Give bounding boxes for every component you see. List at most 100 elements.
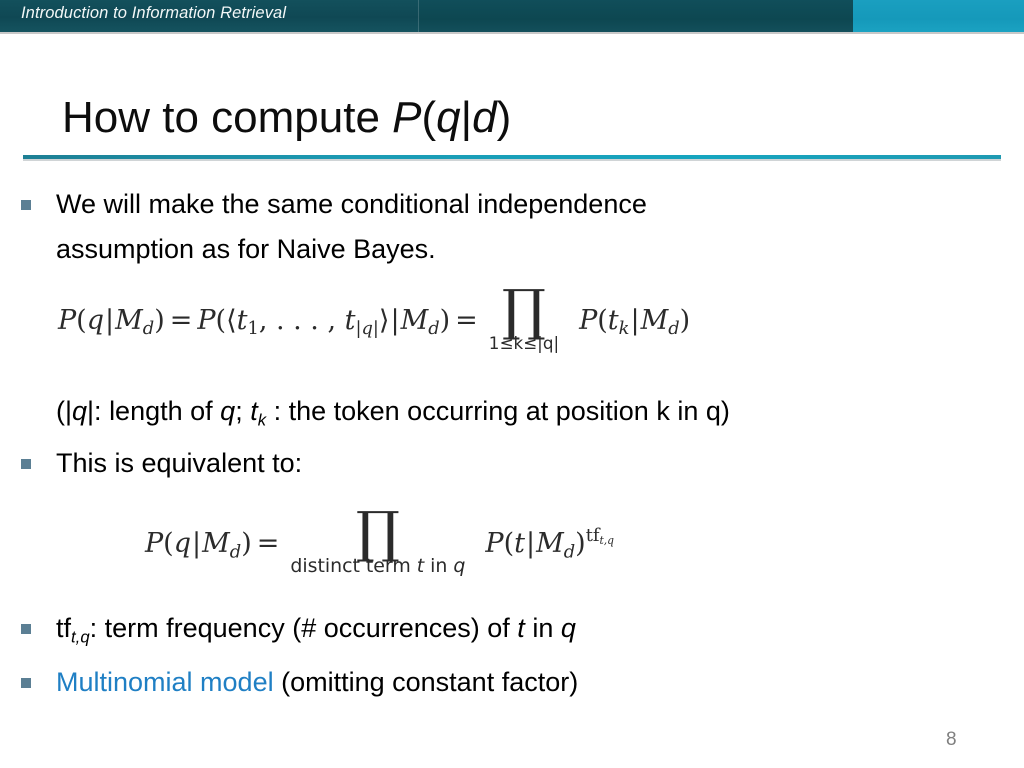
f1-lhs-close: )	[154, 304, 165, 336]
page-title-math-p: P	[392, 93, 422, 142]
bullet-square-icon	[21, 459, 31, 470]
note-q-second: q	[220, 396, 236, 426]
bullet-item-term-frequency: tft,q: term frequency (# occurrences) of…	[0, 606, 1024, 659]
f2-equals: =	[256, 528, 280, 560]
note-token-t: t	[250, 396, 258, 426]
f1-lhs-m: M	[115, 304, 143, 336]
f1-mid-open: (⟨	[215, 304, 237, 336]
formula-distinct-term-product: P(q|Md) = ∏ distinct term t in q P(t|Md)tft,…	[145, 505, 615, 578]
f1-rhs-close: )	[679, 304, 691, 336]
multinomial-note: (omitting constant factor)	[273, 666, 579, 697]
page-title-math-close-paren: )	[496, 93, 512, 142]
note-line-definitions: (|q|: length of q; tk : the token occurr…	[0, 390, 1024, 441]
page-title-math-bar: |	[460, 93, 473, 142]
bullet-line-1: We will make the same conditional indepe…	[56, 189, 647, 219]
f1-lhs-m-sub: d	[142, 318, 155, 340]
f1-rhs-t: t	[607, 304, 619, 336]
f1-mid-t2: t	[344, 304, 356, 336]
tf-in: in	[524, 613, 561, 644]
f1-equals-1: =	[169, 304, 193, 336]
page-number: 8	[946, 729, 957, 750]
bullet-line-2: assumption as for Naive Bayes.	[56, 234, 436, 264]
page-title-math-d: d	[472, 93, 497, 142]
bullet-square-icon	[21, 677, 31, 688]
tf-label: tf	[56, 613, 72, 644]
f1-mid-p: P	[197, 304, 216, 336]
formula-conditional-independence: P(q|Md) = P(⟨t1, . . . , t|q|⟩|Md) = ∏ 1≤k≤|q…	[58, 279, 691, 354]
f2-limits-q: q	[453, 555, 466, 578]
note-open: (|	[56, 396, 73, 426]
f1-mid-dots: , . . . ,	[258, 304, 345, 336]
page-title-math-open-paren: (	[421, 93, 437, 142]
f1-mid-close-angle: ⟩	[378, 304, 390, 336]
bullet-multinomial-line: Multinomial model (omitting constant fac…	[56, 660, 1024, 705]
f2-rhs-m: M	[536, 528, 564, 560]
f1-mid-close: )	[439, 304, 451, 336]
page-title: How to compute P(q|d)	[62, 92, 511, 144]
f2-limits-pre: distinct term	[290, 555, 417, 578]
banner-right-accent	[853, 0, 1024, 32]
f2-lhs-m: M	[202, 528, 230, 560]
bullet-equivalent-label: This is equivalent to:	[56, 448, 303, 479]
f1-mid-bar: |	[390, 304, 400, 336]
f1-lhs-open: (	[76, 304, 87, 336]
f2-lhs-m-sub: d	[229, 541, 242, 563]
product-symbol-icon: ∏	[501, 279, 546, 343]
f1-lhs-p: P	[58, 304, 77, 336]
f2-lhs-close: )	[241, 528, 252, 560]
note-token-t-subscript: k	[257, 410, 267, 430]
tf-description: : term frequency (# occurrences) of	[89, 613, 518, 644]
f2-exp-sub: t,q	[599, 533, 615, 547]
banner-middle-section	[419, 0, 853, 32]
tf-query-q: q	[560, 613, 576, 644]
note-tail: : the token occurring at position k in q…	[266, 396, 730, 426]
bullet-square-icon	[21, 624, 31, 635]
tf-subscript: t,q	[71, 627, 90, 647]
f1-mid-m: M	[400, 304, 429, 336]
f1-mid-t2-sub: |q|	[355, 318, 379, 340]
f2-product-limits: distinct term t in q	[290, 555, 466, 578]
bullet-item-multinomial: Multinomial model (omitting constant fac…	[0, 660, 1024, 705]
f2-lhs-q: q	[173, 528, 192, 560]
f1-mid-t1-sub: 1	[247, 318, 259, 340]
note-q-first: q	[72, 396, 88, 426]
f1-rhs-t-sub: k	[618, 318, 630, 340]
banner-underline	[0, 32, 1024, 34]
multinomial-model-link[interactable]: Multinomial model	[56, 667, 274, 697]
f1-product-limits: 1≤k≤|q|	[488, 333, 560, 354]
note-semicolon: ;	[235, 396, 251, 426]
course-title: Introduction to Information Retrieval	[21, 4, 287, 22]
f1-rhs-open: (	[597, 304, 608, 336]
f2-lhs-open: (	[163, 528, 174, 560]
f2-rhs-close: )	[575, 528, 586, 560]
f1-equals-2: =	[455, 304, 478, 336]
f1-lhs-q: q	[86, 304, 105, 336]
f1-mid-t1: t	[236, 304, 248, 336]
f1-rhs-m-sub: d	[668, 318, 680, 340]
note-after-q: |: length of	[87, 396, 221, 426]
page-title-prefix: How to compute	[62, 93, 393, 142]
header-banner: Introduction to Information Retrieval	[0, 0, 1024, 32]
page-title-math-q: q	[436, 93, 461, 142]
tf-term-t: t	[517, 613, 525, 644]
f2-rhs-exponent: tft,q	[585, 524, 615, 547]
f1-rhs-bar: |	[630, 304, 640, 336]
f2-limits-mid: in	[424, 555, 454, 578]
f2-exp-tf: tf	[585, 524, 600, 546]
f2-product-operator: ∏ distinct term t in q	[290, 505, 466, 578]
bullet-item-independence: We will make the same conditional indepe…	[0, 182, 1024, 272]
slide-body: We will make the same conditional indepe…	[0, 182, 1024, 705]
bullet-square-icon	[21, 200, 31, 210]
f2-lhs-bar: |	[192, 528, 202, 560]
f1-rhs-m: M	[640, 304, 669, 336]
f1-rhs-p: P	[579, 304, 598, 336]
f2-rhs-m-sub: d	[563, 541, 576, 563]
banner-vertical-divider	[418, 0, 419, 32]
bullet-tf-line: tft,q: term frequency (# occurrences) of…	[56, 606, 1024, 659]
f2-rhs-p: P	[485, 528, 504, 560]
f2-lhs-p: P	[145, 528, 164, 560]
f1-lhs-bar: |	[105, 304, 115, 336]
f2-rhs-t: t	[514, 528, 525, 560]
bullet-item-equivalent: This is equivalent to:	[0, 441, 1024, 486]
f1-mid-m-sub: d	[428, 318, 440, 340]
